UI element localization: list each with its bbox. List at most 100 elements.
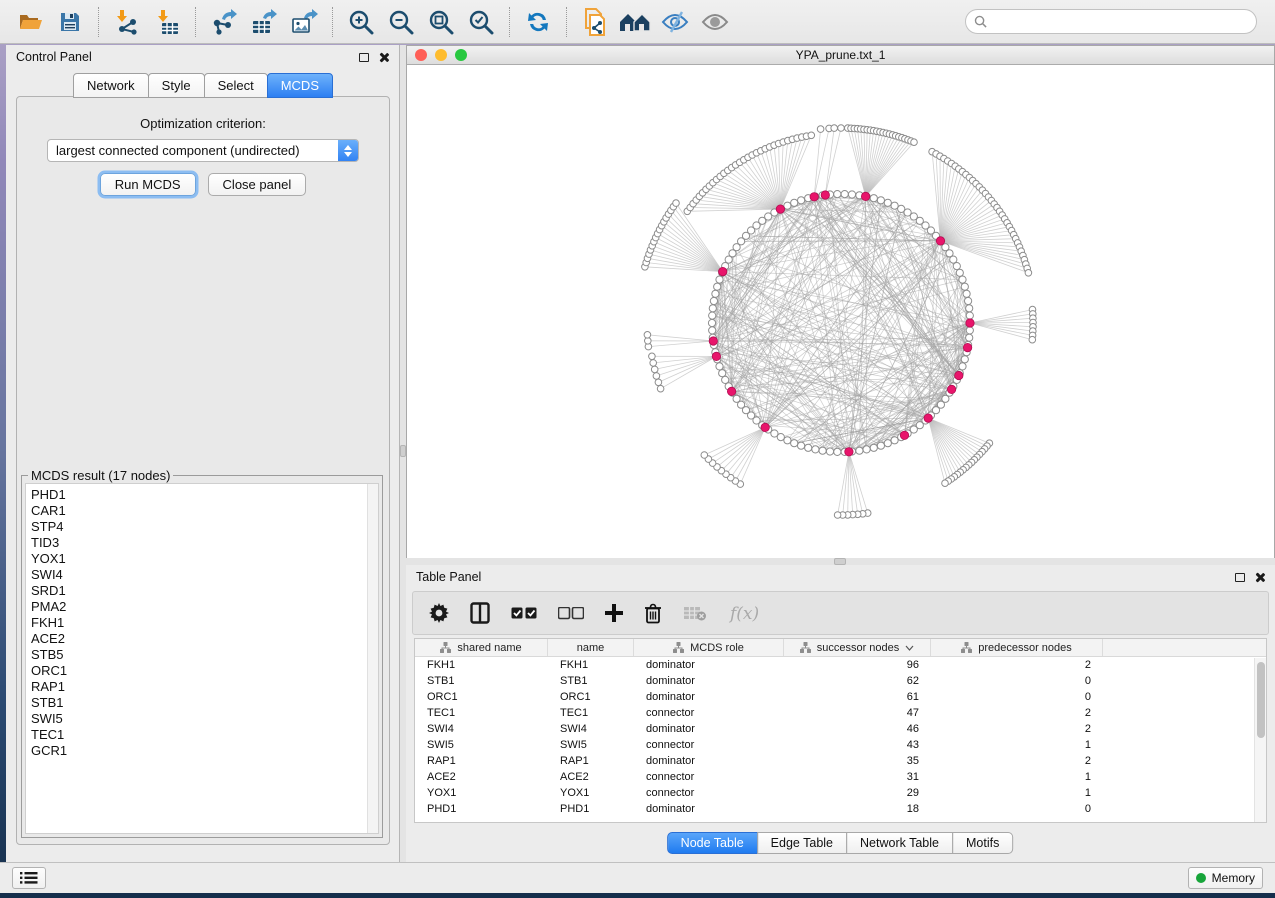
mcds-result-item[interactable]: CAR1: [31, 503, 378, 519]
cell-successor-nodes[interactable]: 18: [784, 801, 931, 817]
column-header-MCDS-role[interactable]: MCDS role: [634, 639, 784, 656]
cell-name[interactable]: RAP1: [548, 753, 634, 769]
network-graph[interactable]: [407, 65, 1274, 558]
cell-MCDS-role[interactable]: connector: [634, 769, 784, 785]
cell-name[interactable]: PHD1: [548, 801, 634, 817]
hide-panel-eye-button[interactable]: [655, 4, 695, 40]
mcds-result-item[interactable]: SRD1: [31, 583, 378, 599]
export-network-button[interactable]: [204, 4, 244, 40]
mcds-result-item[interactable]: STP4: [31, 519, 378, 535]
mcds-node[interactable]: [861, 192, 869, 200]
cell-successor-nodes[interactable]: 96: [784, 657, 931, 673]
cell-successor-nodes[interactable]: 29: [784, 785, 931, 801]
cell-shared-name[interactable]: FKH1: [415, 657, 548, 673]
cell-shared-name[interactable]: PHD1: [415, 801, 548, 817]
show-panel-eye-button[interactable]: [695, 4, 735, 40]
cell-MCDS-role[interactable]: dominator: [634, 689, 784, 705]
mcds-result-item[interactable]: PHD1: [31, 487, 378, 503]
table-row[interactable]: FKH1FKH1dominator962: [415, 657, 1266, 673]
cell-MCDS-role[interactable]: dominator: [634, 801, 784, 817]
cell-name[interactable]: YOX1: [548, 785, 634, 801]
mcds-node[interactable]: [947, 385, 955, 393]
tab-motifs[interactable]: Motifs: [952, 832, 1013, 854]
mcds-result-item[interactable]: GCR1: [31, 743, 378, 759]
cell-shared-name[interactable]: SWI4: [415, 721, 548, 737]
cell-predecessor-nodes[interactable]: 1: [931, 785, 1103, 801]
close-panel-button[interactable]: Close panel: [208, 173, 307, 196]
mcds-result-item[interactable]: STB1: [31, 695, 378, 711]
mcds-node[interactable]: [719, 267, 727, 275]
cell-predecessor-nodes[interactable]: 1: [931, 737, 1103, 753]
table-row[interactable]: RAP1RAP1dominator352: [415, 753, 1266, 769]
cell-successor-nodes[interactable]: 46: [784, 721, 931, 737]
splitter-grip[interactable]: [834, 558, 846, 565]
cell-name[interactable]: SWI4: [548, 721, 634, 737]
save-session-button[interactable]: [50, 4, 90, 40]
cell-name[interactable]: TEC1: [548, 705, 634, 721]
import-network-button[interactable]: [107, 4, 147, 40]
delete-column-button[interactable]: [644, 603, 662, 624]
cell-shared-name[interactable]: ORC1: [415, 689, 548, 705]
mcds-list-scrollbar[interactable]: [367, 484, 378, 833]
column-header-successor-nodes[interactable]: successor nodes: [784, 639, 931, 656]
table-row[interactable]: STB1STB1dominator620: [415, 673, 1266, 689]
export-image-button[interactable]: [284, 4, 324, 40]
cell-name[interactable]: STB1: [548, 673, 634, 689]
tab-mcds[interactable]: MCDS: [267, 73, 333, 98]
table-row[interactable]: ORC1ORC1dominator610: [415, 689, 1266, 705]
float-panel-icon[interactable]: [1235, 573, 1245, 582]
cell-name[interactable]: ORC1: [548, 689, 634, 705]
column-header-shared-name[interactable]: shared name: [415, 639, 548, 656]
mcds-node[interactable]: [955, 371, 963, 379]
home-networks-button[interactable]: [615, 4, 655, 40]
mcds-result-item[interactable]: TEC1: [31, 727, 378, 743]
table-row[interactable]: PHD1PHD1dominator180: [415, 801, 1266, 817]
close-panel-icon[interactable]: [1254, 572, 1265, 583]
show-panels-menu-button[interactable]: [12, 867, 46, 889]
mcds-node[interactable]: [761, 423, 769, 431]
cell-predecessor-nodes[interactable]: 0: [931, 673, 1103, 689]
column-header-name[interactable]: name: [548, 639, 634, 656]
apply-function-button[interactable]: f(x): [728, 601, 764, 625]
mcds-node[interactable]: [727, 387, 735, 395]
column-header-predecessor-nodes[interactable]: predecessor nodes: [931, 639, 1103, 656]
mcds-node[interactable]: [924, 414, 932, 422]
table-row[interactable]: SWI4SWI4dominator462: [415, 721, 1266, 737]
mcds-node[interactable]: [963, 343, 971, 351]
zoom-selected-button[interactable]: [461, 4, 501, 40]
share-document-button[interactable]: [575, 4, 615, 40]
table-row[interactable]: YOX1YOX1connector291: [415, 785, 1266, 801]
search-box[interactable]: [965, 9, 1257, 34]
scrollbar-thumb[interactable]: [1257, 662, 1265, 738]
mcds-result-item[interactable]: SWI4: [31, 567, 378, 583]
mcds-node[interactable]: [900, 431, 908, 439]
tab-network[interactable]: Network: [73, 73, 149, 98]
run-mcds-button[interactable]: Run MCDS: [100, 173, 196, 196]
export-table-button[interactable]: [244, 4, 284, 40]
cell-shared-name[interactable]: RAP1: [415, 753, 548, 769]
cell-successor-nodes[interactable]: 35: [784, 753, 931, 769]
mcds-result-item[interactable]: ACE2: [31, 631, 378, 647]
mcds-result-item[interactable]: PMA2: [31, 599, 378, 615]
cell-name[interactable]: FKH1: [548, 657, 634, 673]
zoom-in-button[interactable]: [341, 4, 381, 40]
close-panel-icon[interactable]: [378, 52, 389, 63]
cell-MCDS-role[interactable]: dominator: [634, 753, 784, 769]
cell-shared-name[interactable]: SWI5: [415, 737, 548, 753]
optimization-criterion-select[interactable]: largest connected component (undirected): [47, 139, 359, 162]
table-settings-button[interactable]: [429, 603, 449, 623]
tab-edge-table[interactable]: Edge Table: [757, 832, 847, 854]
refresh-layout-button[interactable]: [518, 4, 558, 40]
cell-predecessor-nodes[interactable]: 2: [931, 721, 1103, 737]
mcds-node[interactable]: [821, 191, 829, 199]
cell-MCDS-role[interactable]: connector: [634, 737, 784, 753]
show-columns-button[interactable]: [470, 602, 490, 624]
mcds-result-item[interactable]: YOX1: [31, 551, 378, 567]
cell-MCDS-role[interactable]: connector: [634, 705, 784, 721]
table-row[interactable]: TEC1TEC1connector472: [415, 705, 1266, 721]
mcds-result-item[interactable]: STB5: [31, 647, 378, 663]
cell-MCDS-role[interactable]: dominator: [634, 673, 784, 689]
cell-name[interactable]: SWI5: [548, 737, 634, 753]
mcds-result-item[interactable]: RAP1: [31, 679, 378, 695]
zoom-out-button[interactable]: [381, 4, 421, 40]
